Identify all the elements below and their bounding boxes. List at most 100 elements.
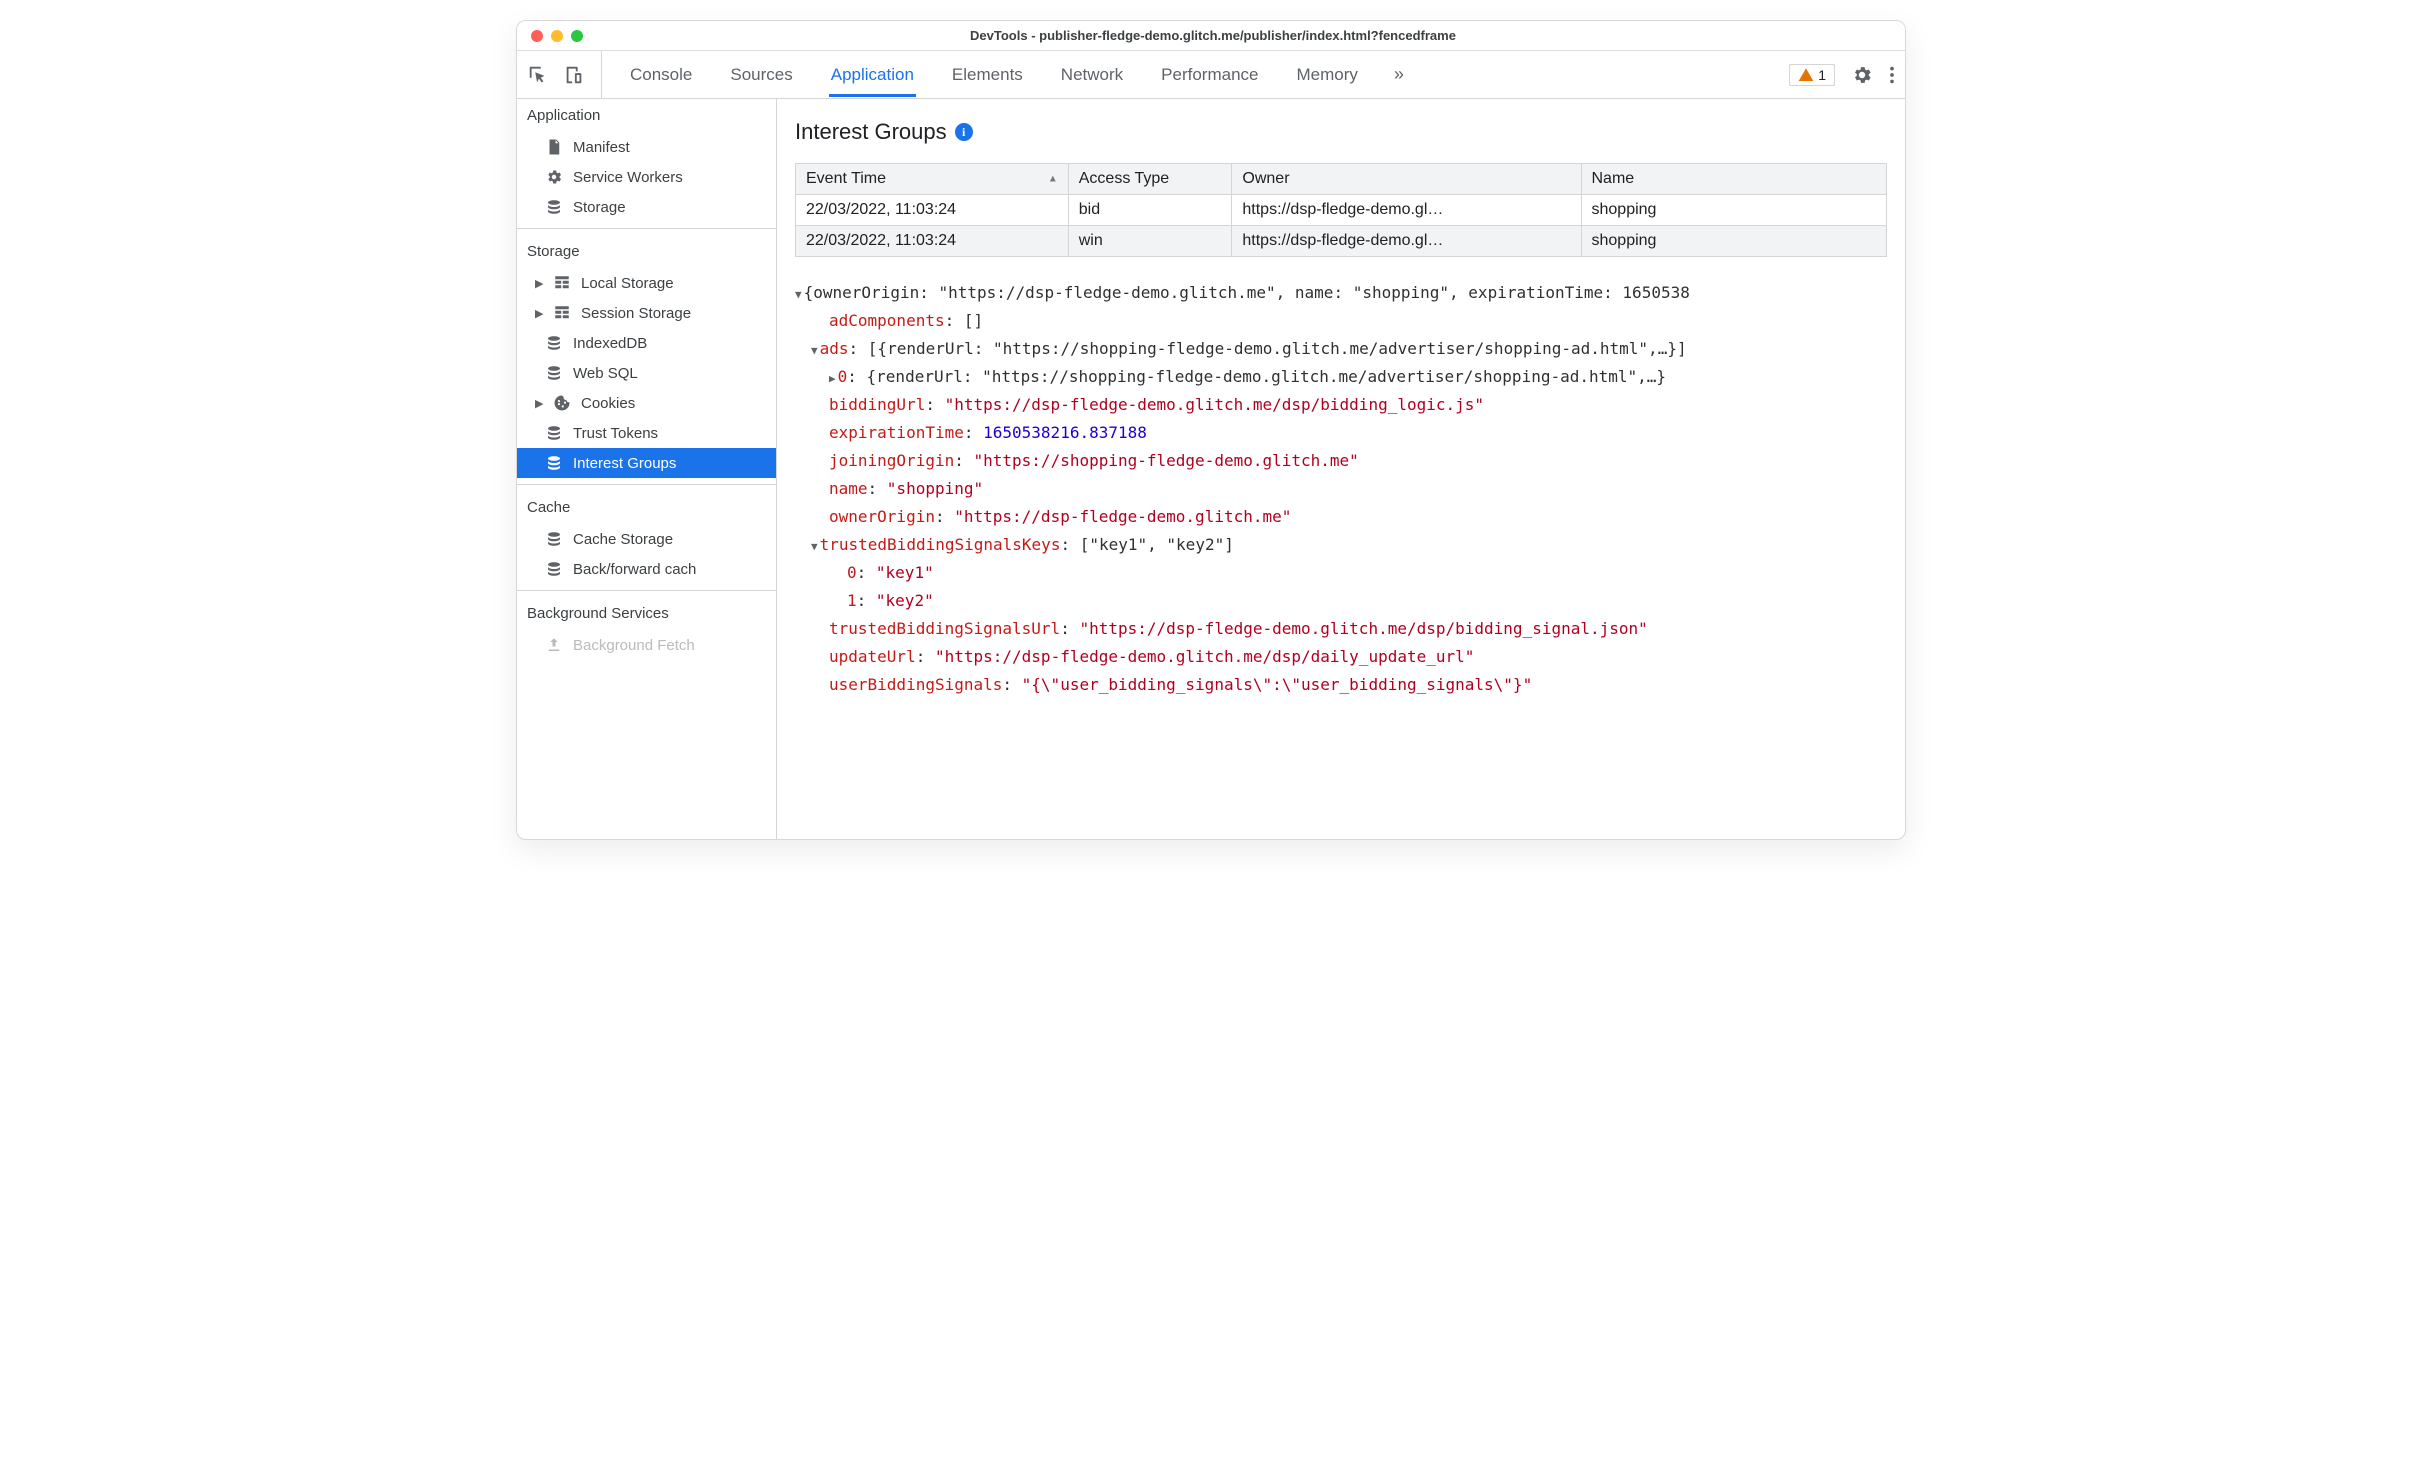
- sidebar-item-indexeddb[interactable]: IndexedDB: [517, 328, 776, 358]
- warnings-badge[interactable]: 1: [1789, 64, 1835, 86]
- tab-sources[interactable]: Sources: [728, 53, 794, 97]
- json-line[interactable]: biddingUrl: "https://dsp-fledge-demo.gli…: [795, 391, 1887, 419]
- tab-memory[interactable]: Memory: [1294, 53, 1359, 97]
- upload-icon: [545, 636, 563, 654]
- interest-groups-table: Event Time▲ Access Type Owner Name 22/03…: [795, 163, 1887, 257]
- json-line[interactable]: ▼{ownerOrigin: "https://dsp-fledge-demo.…: [795, 279, 1887, 307]
- json-line[interactable]: joiningOrigin: "https://shopping-fledge-…: [795, 447, 1887, 475]
- collapse-triangle-icon[interactable]: ▼: [811, 344, 820, 357]
- panel-title-text: Interest Groups: [795, 119, 947, 145]
- tab-console[interactable]: Console: [628, 53, 694, 97]
- application-sidebar: Application Manifest Service Workers Sto…: [517, 99, 777, 839]
- interest-group-detail: ▼{ownerOrigin: "https://dsp-fledge-demo.…: [795, 279, 1887, 699]
- sidebar-item-label: Local Storage: [581, 275, 674, 292]
- inspect-element-icon[interactable]: [527, 64, 549, 86]
- database-icon: [545, 198, 563, 216]
- device-toolbar-icon[interactable]: [563, 64, 585, 86]
- sidebar-item-back-forward-cache[interactable]: Back/forward cach: [517, 554, 776, 584]
- expand-triangle-icon[interactable]: ▶: [535, 277, 543, 290]
- tab-performance[interactable]: Performance: [1159, 53, 1260, 97]
- tab-application[interactable]: Application: [829, 53, 916, 97]
- panel-tabs: Console Sources Application Elements Net…: [628, 51, 1789, 98]
- table-icon: [553, 274, 571, 292]
- expand-triangle-icon[interactable]: ▶: [535, 307, 543, 320]
- sidebar-item-service-workers[interactable]: Service Workers: [517, 162, 776, 192]
- table-row[interactable]: 22/03/2022, 11:03:24 bid https://dsp-fle…: [796, 195, 1887, 226]
- sidebar-item-local-storage[interactable]: ▶ Local Storage: [517, 268, 776, 298]
- column-header-name[interactable]: Name: [1581, 164, 1887, 195]
- gear-icon: [545, 168, 563, 186]
- document-icon: [545, 138, 563, 156]
- minimize-window-button[interactable]: [551, 30, 563, 42]
- sidebar-section-background-services: Background Services: [517, 597, 776, 630]
- tab-elements[interactable]: Elements: [950, 53, 1025, 97]
- collapse-triangle-icon[interactable]: ▼: [795, 288, 804, 301]
- sidebar-item-manifest[interactable]: Manifest: [517, 132, 776, 162]
- json-line[interactable]: ▶0: {renderUrl: "https://shopping-fledge…: [795, 363, 1887, 391]
- json-line[interactable]: name: "shopping": [795, 475, 1887, 503]
- window-title: DevTools - publisher-fledge-demo.glitch.…: [583, 28, 1843, 43]
- json-line[interactable]: ownerOrigin: "https://dsp-fledge-demo.gl…: [795, 503, 1887, 531]
- json-line[interactable]: trustedBiddingSignalsUrl: "https://dsp-f…: [795, 615, 1887, 643]
- json-line[interactable]: 0: "key1": [795, 559, 1887, 587]
- window-controls: [531, 30, 583, 42]
- sidebar-item-label: IndexedDB: [573, 335, 647, 352]
- collapse-triangle-icon[interactable]: ▼: [811, 540, 820, 553]
- database-icon: [545, 454, 563, 472]
- sidebar-item-label: Background Fetch: [573, 637, 695, 654]
- json-line[interactable]: ▼trustedBiddingSignalsKeys: ["key1", "ke…: [795, 531, 1887, 559]
- devtools-window: DevTools - publisher-fledge-demo.glitch.…: [516, 20, 1906, 840]
- json-line[interactable]: ▼ads: [{renderUrl: "https://shopping-fle…: [795, 335, 1887, 363]
- json-line[interactable]: adComponents: []: [795, 307, 1887, 335]
- table-icon: [553, 304, 571, 322]
- sidebar-item-label: Session Storage: [581, 305, 691, 322]
- cookie-icon: [553, 394, 571, 412]
- sort-asc-icon: ▲: [1048, 174, 1058, 185]
- settings-icon[interactable]: [1851, 64, 1873, 86]
- info-icon[interactable]: i: [955, 123, 973, 141]
- expand-triangle-icon[interactable]: ▶: [829, 372, 838, 385]
- more-options-icon[interactable]: [1889, 64, 1895, 86]
- main-panel: Interest Groups i Event Time▲ Access Typ…: [777, 99, 1905, 839]
- sidebar-item-label: Service Workers: [573, 169, 683, 186]
- column-header-access-type[interactable]: Access Type: [1068, 164, 1232, 195]
- tab-network[interactable]: Network: [1059, 53, 1125, 97]
- json-line[interactable]: userBiddingSignals: "{\"user_bidding_sig…: [795, 671, 1887, 699]
- database-icon: [545, 334, 563, 352]
- cell-name: shopping: [1581, 226, 1887, 257]
- sidebar-item-cache-storage[interactable]: Cache Storage: [517, 524, 776, 554]
- sidebar-item-label: Web SQL: [573, 365, 638, 382]
- expand-triangle-icon[interactable]: ▶: [535, 397, 543, 410]
- close-window-button[interactable]: [531, 30, 543, 42]
- cell-event-time: 22/03/2022, 11:03:24: [796, 226, 1069, 257]
- maximize-window-button[interactable]: [571, 30, 583, 42]
- json-line[interactable]: updateUrl: "https://dsp-fledge-demo.glit…: [795, 643, 1887, 671]
- json-line[interactable]: expirationTime: 1650538216.837188: [795, 419, 1887, 447]
- cell-event-time: 22/03/2022, 11:03:24: [796, 195, 1069, 226]
- database-icon: [545, 364, 563, 382]
- sidebar-item-label: Interest Groups: [573, 455, 676, 472]
- sidebar-section-application: Application: [517, 99, 776, 132]
- sidebar-item-background-fetch[interactable]: Background Fetch: [517, 630, 776, 660]
- sidebar-item-websql[interactable]: Web SQL: [517, 358, 776, 388]
- database-icon: [545, 530, 563, 548]
- cell-owner: https://dsp-fledge-demo.gl…: [1232, 195, 1581, 226]
- panel-title: Interest Groups i: [795, 119, 1887, 145]
- column-header-owner[interactable]: Owner: [1232, 164, 1581, 195]
- table-row[interactable]: 22/03/2022, 11:03:24 win https://dsp-fle…: [796, 226, 1887, 257]
- sidebar-item-cookies[interactable]: ▶ Cookies: [517, 388, 776, 418]
- sidebar-item-interest-groups[interactable]: Interest Groups: [517, 448, 776, 478]
- sidebar-item-label: Cookies: [581, 395, 635, 412]
- sidebar-item-label: Manifest: [573, 139, 630, 156]
- database-icon: [545, 560, 563, 578]
- column-header-event-time[interactable]: Event Time▲: [796, 164, 1069, 195]
- sidebar-item-app-storage[interactable]: Storage: [517, 192, 776, 222]
- json-line[interactable]: 1: "key2": [795, 587, 1887, 615]
- tabs-overflow-button[interactable]: »: [1394, 64, 1404, 85]
- titlebar: DevTools - publisher-fledge-demo.glitch.…: [517, 21, 1905, 51]
- warnings-count: 1: [1818, 67, 1826, 83]
- sidebar-item-session-storage[interactable]: ▶ Session Storage: [517, 298, 776, 328]
- cell-access-type: bid: [1068, 195, 1232, 226]
- sidebar-item-trust-tokens[interactable]: Trust Tokens: [517, 418, 776, 448]
- sidebar-section-cache: Cache: [517, 491, 776, 524]
